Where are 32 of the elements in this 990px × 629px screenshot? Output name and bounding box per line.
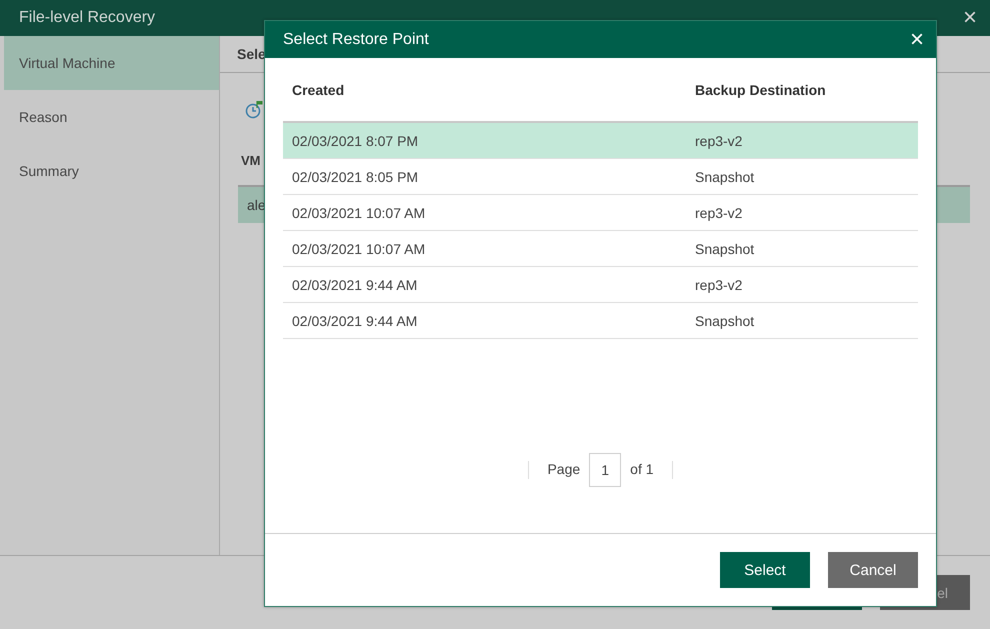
close-button[interactable]: ×: [950, 6, 990, 30]
table-cell-text: 02/03/2021 10:07 AM: [291, 240, 426, 256]
column-header[interactable]: Backup Destination: [695, 82, 918, 98]
select-button[interactable]: Select: [720, 552, 810, 588]
page-count: of 1: [630, 460, 654, 479]
table-cell-text: 02/03/2021 8:05 PM: [291, 168, 420, 184]
table-cell-text: rep3-v2: [695, 276, 744, 292]
table-cell-text: 02/03/2021 9:44 AM: [291, 276, 418, 292]
column-header: VM: [241, 153, 262, 170]
sidebar-item[interactable]: Summary: [4, 144, 219, 198]
sidebar-item[interactable]: Reason: [4, 90, 219, 144]
table-cell-text: Snapshot: [695, 312, 756, 328]
clock-flag-icon[interactable]: [245, 100, 265, 120]
table-cell-text: 02/03/2021 9:44 AM: [291, 312, 418, 328]
cancel-button[interactable]: Cancel: [828, 552, 918, 588]
column-header[interactable]: Created: [283, 82, 695, 98]
table-row[interactable]: 02/03/2021 9:44 AM Snapshot: [283, 303, 918, 339]
page-label: Page: [547, 460, 580, 479]
table-row[interactable]: 02/03/2021 8:05 PM Snapshot: [283, 159, 918, 195]
page-field[interactable]: 1: [589, 453, 622, 487]
table-row[interactable]: 02/03/2021 9:44 AM rep3-v2: [283, 267, 918, 303]
table-row[interactable]: 02/03/2021 8:07 PM rep3-v2: [283, 123, 918, 159]
table-cell-text: Snapshot: [695, 168, 756, 184]
table-cell-text: 02/03/2021 10:07 AM: [291, 204, 426, 220]
table-row[interactable]: 02/03/2021 10:07 AM rep3-v2: [283, 195, 918, 231]
window-title: File-level Recovery: [19, 9, 156, 27]
table-cell-text: 02/03/2021 8:07 PM: [291, 132, 420, 148]
table-cell-text: Snapshot: [695, 240, 756, 256]
table-cell-text: rep3-v2: [695, 204, 744, 220]
table-row[interactable]: 02/03/2021 10:07 AM Snapshot: [283, 231, 918, 267]
table-cell-text: rep3-v2: [695, 132, 744, 148]
sidebar-item[interactable]: Virtual Machine: [4, 36, 219, 90]
